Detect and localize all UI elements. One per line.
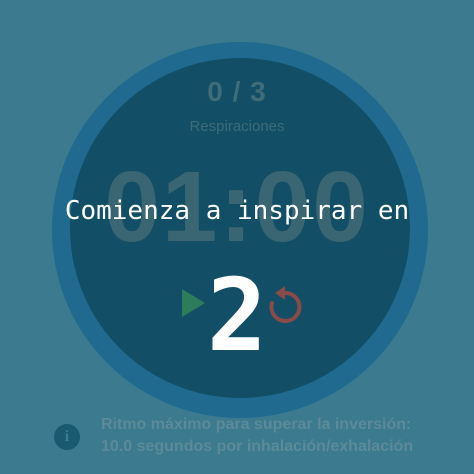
overlay-countdown-number: 2	[206, 257, 268, 374]
countdown-overlay: Comienza a inspirar en 2	[0, 0, 474, 474]
overlay-title: Comienza a inspirar en	[64, 196, 410, 226]
